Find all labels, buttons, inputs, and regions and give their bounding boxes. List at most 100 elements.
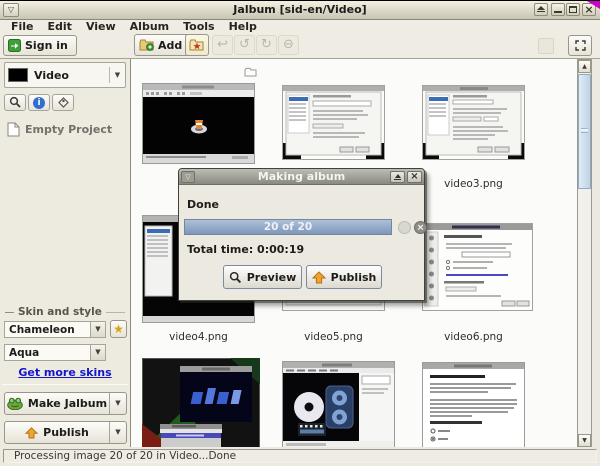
info-icon: i: [33, 97, 45, 109]
preview-button[interactable]: Preview: [223, 265, 302, 289]
stop-button[interactable]: ×: [414, 221, 427, 234]
skin-section-header[interactable]: Skin and style: [5, 306, 125, 318]
remove-button-disabled[interactable]: ⊖: [278, 35, 299, 55]
progress-bar: 20 of 20: [184, 219, 392, 235]
tag-icon: [57, 96, 70, 109]
search-icon: [9, 96, 22, 109]
dialog-status-label: Done: [187, 198, 219, 211]
upload-arrow-icon: [25, 427, 38, 439]
dialog-close-button[interactable]: ×: [407, 171, 422, 183]
folder-thumbnail: [8, 68, 28, 82]
sign-in-label: Sign in: [25, 39, 68, 52]
get-more-skins-link[interactable]: Get more skins: [0, 366, 130, 379]
pause-button-disabled[interactable]: [398, 221, 411, 234]
rotate-right-button-disabled[interactable]: ↻: [256, 35, 277, 55]
make-album-main[interactable]: Make Jalbum: [5, 393, 109, 414]
dialog-titlebar[interactable]: ▽ Making album ×: [179, 169, 424, 185]
make-album-label: Make Jalbum: [28, 397, 107, 410]
scrollbar-grip: [581, 128, 588, 133]
desktop-corner: [587, 1, 600, 9]
progress-text: 20 of 20: [264, 221, 312, 233]
folder-star-icon: [189, 38, 205, 52]
menu-file[interactable]: File: [4, 20, 41, 33]
publish-main[interactable]: Publish: [5, 422, 109, 443]
thumbnail-video8[interactable]: [282, 361, 395, 448]
rotate-left-button-disabled[interactable]: ↺: [234, 35, 255, 55]
toolbar: Sign in Add ↩ ↺ ↻ ⊖: [0, 33, 600, 59]
status-text: Processing image 20 of 20 in Video...Don…: [3, 449, 597, 463]
window-title: Jalbum [sid-en/Video]: [0, 1, 600, 19]
chevron-down-icon[interactable]: ▼: [90, 322, 105, 337]
thumbnail-label: video5.png: [266, 331, 401, 343]
publish-button[interactable]: Publish ▼: [4, 421, 127, 444]
scrollbar-thumb[interactable]: [578, 74, 591, 189]
document-icon: [7, 122, 20, 137]
add-special-folder-button[interactable]: [185, 34, 209, 56]
chevron-down-icon[interactable]: ▼: [109, 393, 126, 414]
info-button[interactable]: i: [28, 94, 50, 111]
menubar: File Edit View Album Tools Help: [0, 20, 600, 33]
add-button[interactable]: Add: [134, 34, 190, 56]
thumbnail-video9[interactable]: [422, 362, 525, 448]
scroll-down-button[interactable]: ▼: [578, 434, 591, 447]
skin-select[interactable]: Chameleon ▼: [4, 321, 106, 338]
shade-icon: [395, 174, 401, 178]
menu-tools[interactable]: Tools: [176, 20, 221, 33]
chevron-down-icon[interactable]: ▼: [109, 422, 126, 443]
menu-edit[interactable]: Edit: [41, 20, 79, 33]
dialog-shade-button[interactable]: [390, 171, 405, 183]
back-button-disabled[interactable]: ↩: [212, 35, 233, 55]
section-rule: [106, 312, 125, 313]
frog-icon: [7, 397, 23, 410]
tree-item-empty-project[interactable]: Empty Project: [7, 122, 112, 137]
add-label: Add: [158, 39, 182, 52]
maximize-button[interactable]: [566, 3, 580, 16]
keywords-button[interactable]: [52, 94, 74, 111]
folder-badge-icon: [244, 62, 257, 81]
dialog-title: Making album: [179, 169, 424, 185]
shade-icon-bar: [394, 179, 401, 180]
folder-selector[interactable]: Video ▼: [4, 62, 126, 88]
thumbnail-video1[interactable]: [142, 83, 255, 168]
image-tool-button-disabled[interactable]: [538, 38, 554, 54]
dialog-publish-label: Publish: [331, 271, 377, 284]
chevron-down-icon[interactable]: ▼: [110, 71, 125, 79]
search-button[interactable]: [4, 94, 26, 111]
total-time-label: Total time: 0:00:19: [187, 243, 304, 256]
vertical-scrollbar[interactable]: ▲ ▼: [577, 59, 592, 448]
thumbnail-label: video4.png: [131, 331, 266, 343]
tree-item-label: Empty Project: [25, 123, 112, 136]
shade-button[interactable]: [534, 3, 548, 16]
minimize-icon: [554, 11, 562, 13]
thumbnail-video3[interactable]: [422, 85, 525, 164]
preview-label: Preview: [247, 271, 297, 284]
chevron-down-icon[interactable]: ▼: [90, 345, 105, 360]
thumbnail-video7[interactable]: [142, 358, 260, 448]
jalbum-window: ▽ Jalbum [sid-en/Video] × File Edit View…: [0, 0, 600, 466]
scroll-up-button[interactable]: ▲: [578, 60, 591, 73]
making-album-dialog: ▽ Making album × Done 20 of 20 × Total t…: [178, 168, 425, 301]
thumbnail-video2[interactable]: [282, 85, 385, 164]
sign-in-button[interactable]: Sign in: [3, 35, 77, 56]
thumbnail-video6[interactable]: [422, 223, 533, 315]
statusbar: Processing image 20 of 20 in Video...Don…: [0, 447, 600, 466]
minimize-button[interactable]: [551, 3, 565, 16]
menu-view[interactable]: View: [79, 20, 123, 33]
style-select[interactable]: Aqua ▼: [4, 344, 106, 361]
collapse-icon[interactable]: [5, 312, 14, 313]
make-album-button[interactable]: Make Jalbum ▼: [4, 392, 127, 415]
fullscreen-button[interactable]: [568, 35, 592, 56]
preview-magnifier-icon: [229, 271, 242, 284]
sign-in-icon: [8, 39, 21, 52]
add-folder-icon: [139, 38, 155, 52]
dialog-publish-button[interactable]: Publish: [306, 265, 382, 289]
favorite-skin-button[interactable]: ★: [110, 320, 127, 338]
shade-icon: [537, 6, 545, 10]
publish-label: Publish: [43, 426, 89, 439]
skin-select-value: Chameleon: [5, 324, 90, 336]
menu-help[interactable]: Help: [222, 20, 264, 33]
titlebar[interactable]: ▽ Jalbum [sid-en/Video] ×: [0, 1, 600, 20]
folder-selector-label: Video: [34, 69, 109, 82]
thumbnail-label: video3.png: [406, 178, 541, 190]
menu-album[interactable]: Album: [123, 20, 176, 33]
